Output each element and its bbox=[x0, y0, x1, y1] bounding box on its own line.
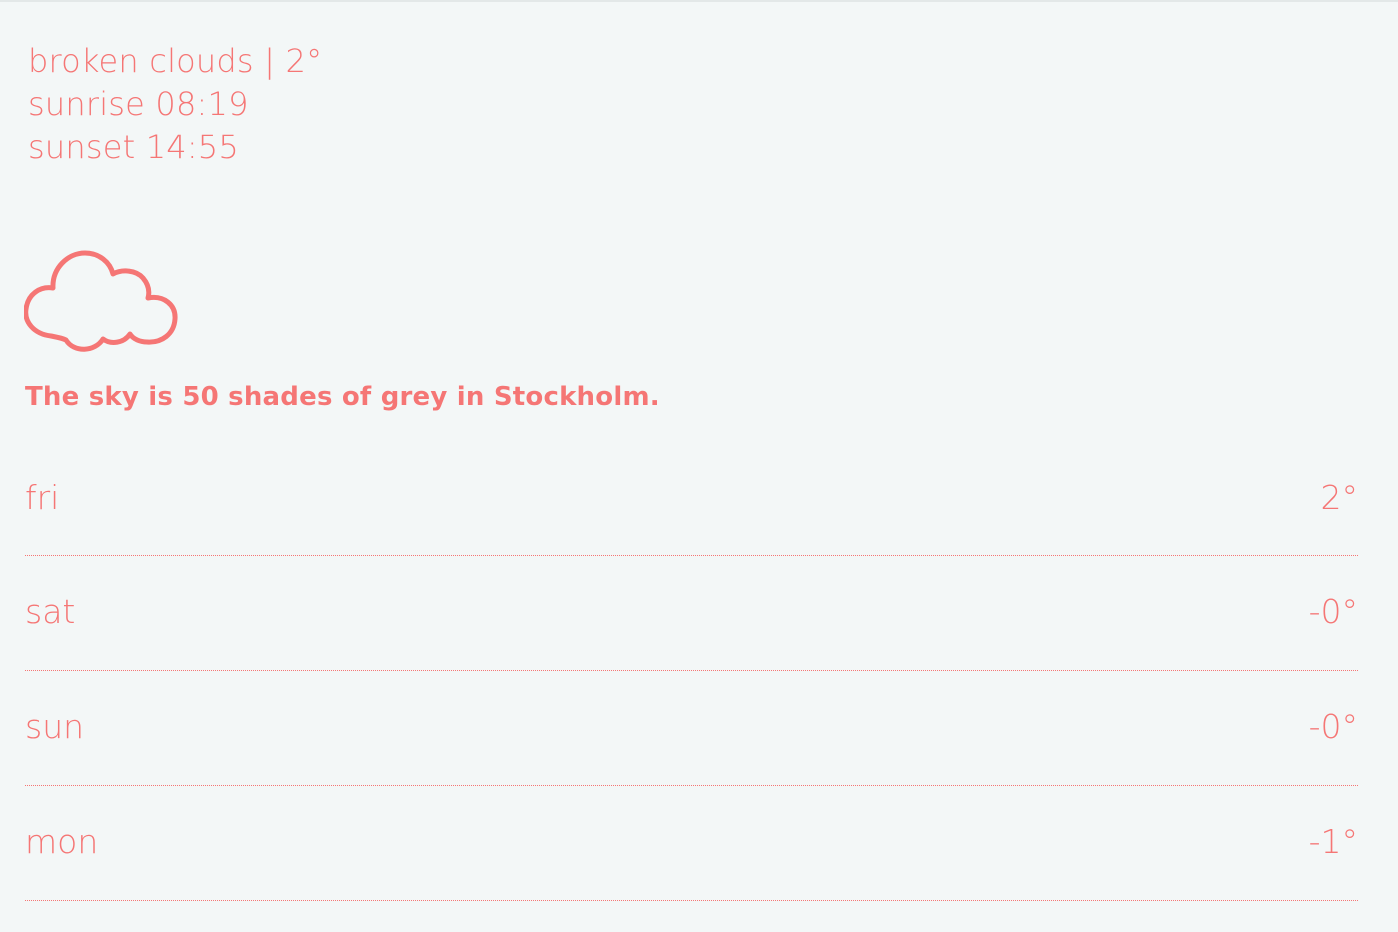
forecast-row: fri 2° bbox=[25, 442, 1358, 556]
condition-line: broken clouds | 2° bbox=[28, 42, 323, 80]
weather-page: { "current": { "condition_line": "broken… bbox=[0, 0, 1398, 932]
forecast-temp: -0° bbox=[1308, 592, 1358, 631]
forecast-temp: 2° bbox=[1320, 478, 1359, 517]
forecast-day: sat bbox=[25, 592, 76, 631]
sunrise-line: sunrise 08:19 bbox=[28, 85, 249, 123]
forecast-temp: -1° bbox=[1308, 822, 1358, 861]
sunset-line: sunset 14:55 bbox=[28, 128, 239, 166]
forecast-list: fri 2° sat -0° sun -0° mon -1° bbox=[25, 442, 1358, 901]
current-weather-summary: broken clouds | 2° sunrise 08:19 sunset … bbox=[28, 40, 322, 169]
forecast-row: sun -0° bbox=[25, 671, 1358, 786]
weather-message: The sky is 50 shades of grey in Stockhol… bbox=[25, 382, 660, 412]
forecast-day: fri bbox=[25, 478, 60, 517]
forecast-row: sat -0° bbox=[25, 556, 1358, 671]
forecast-day: sun bbox=[25, 707, 85, 746]
forecast-day: mon bbox=[25, 822, 99, 861]
forecast-temp: -0° bbox=[1308, 707, 1358, 746]
forecast-row: mon -1° bbox=[25, 786, 1358, 901]
cloud-icon bbox=[24, 250, 180, 360]
